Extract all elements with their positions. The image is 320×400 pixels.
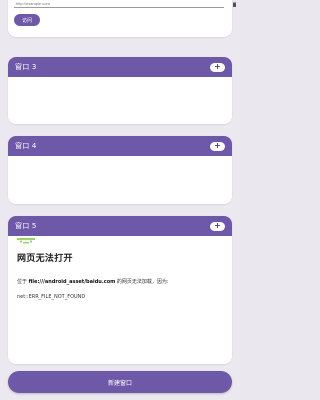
window-header: 窗口 4 +: [8, 136, 232, 156]
url-input[interactable]: [14, 0, 224, 8]
add-tab-button[interactable]: +: [210, 141, 225, 151]
window-card-partial: 访问: [8, 0, 232, 37]
window-title: 窗口 4: [15, 142, 37, 150]
screen: 访问 窗口 3 + 窗口 4 + 窗口 5 + 网页无法打开: [0, 0, 240, 400]
new-window-button[interactable]: 新建窗口: [8, 371, 232, 393]
visit-button[interactable]: 访问: [14, 14, 40, 26]
error-desc-prefix: 位于: [17, 279, 29, 285]
error-description: 位于 file:///android_asset/baidu.com 的网页无法…: [17, 278, 169, 285]
error-code: net::ERR_FILE_NOT_FOUND: [17, 294, 86, 300]
window-header: 窗口 5 +: [8, 216, 232, 236]
window-title: 窗口 5: [15, 222, 37, 230]
error-title: 网页无法打开: [17, 254, 73, 264]
window-card-5: 窗口 5 + 网页无法打开 位于 file:///android_asset/b…: [8, 216, 232, 364]
window-card-3: 窗口 3 +: [8, 57, 232, 124]
error-desc-suffix: 的网页无法加载，因为:: [115, 279, 169, 285]
window-title: 窗口 3: [15, 63, 37, 71]
error-page: 网页无法打开 位于 file:///android_asset/baidu.co…: [8, 236, 232, 364]
add-tab-button[interactable]: +: [210, 62, 225, 72]
error-url: file:///android_asset/baidu.com: [28, 279, 116, 285]
battery-icon: [233, 2, 236, 7]
add-tab-button[interactable]: +: [210, 221, 225, 231]
window-card-4: 窗口 4 +: [8, 136, 232, 204]
window-content: [8, 156, 232, 204]
window-content: [8, 77, 232, 124]
window-header: 窗口 3 +: [8, 57, 232, 77]
sad-page-icon: [17, 238, 35, 244]
